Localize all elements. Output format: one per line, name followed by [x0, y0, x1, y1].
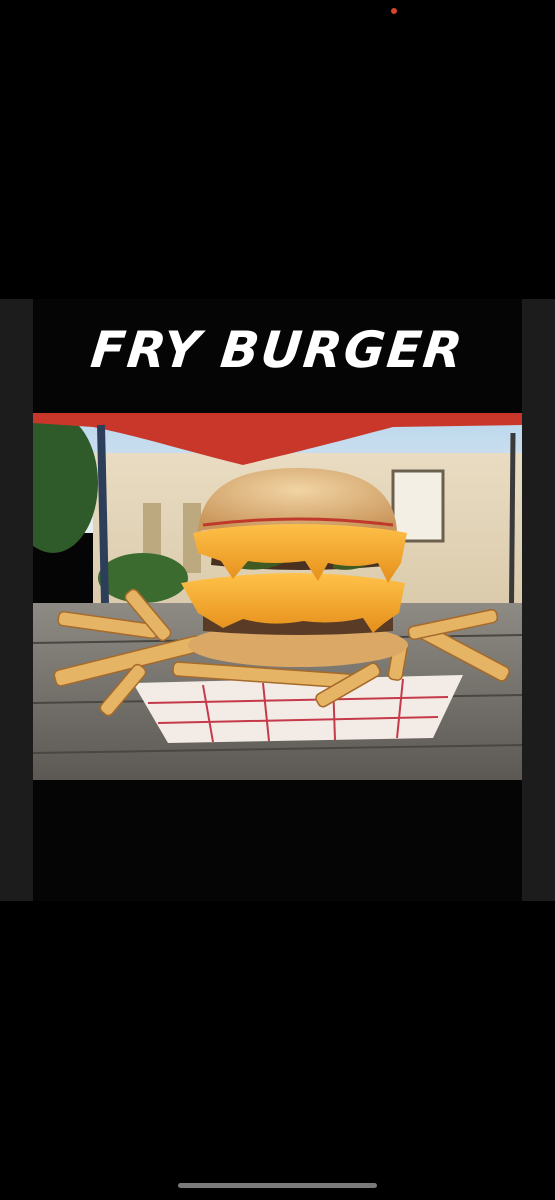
post-title: FRY BURGER — [88, 321, 467, 379]
home-indicator[interactable] — [178, 1183, 377, 1188]
burger-and-fries-photo — [33, 413, 522, 780]
bush — [98, 553, 188, 603]
building-window — [391, 469, 445, 543]
canopy-pole — [97, 424, 109, 604]
status-indicator-dot — [391, 8, 397, 14]
post-image[interactable]: FRY BURGER — [33, 299, 522, 901]
